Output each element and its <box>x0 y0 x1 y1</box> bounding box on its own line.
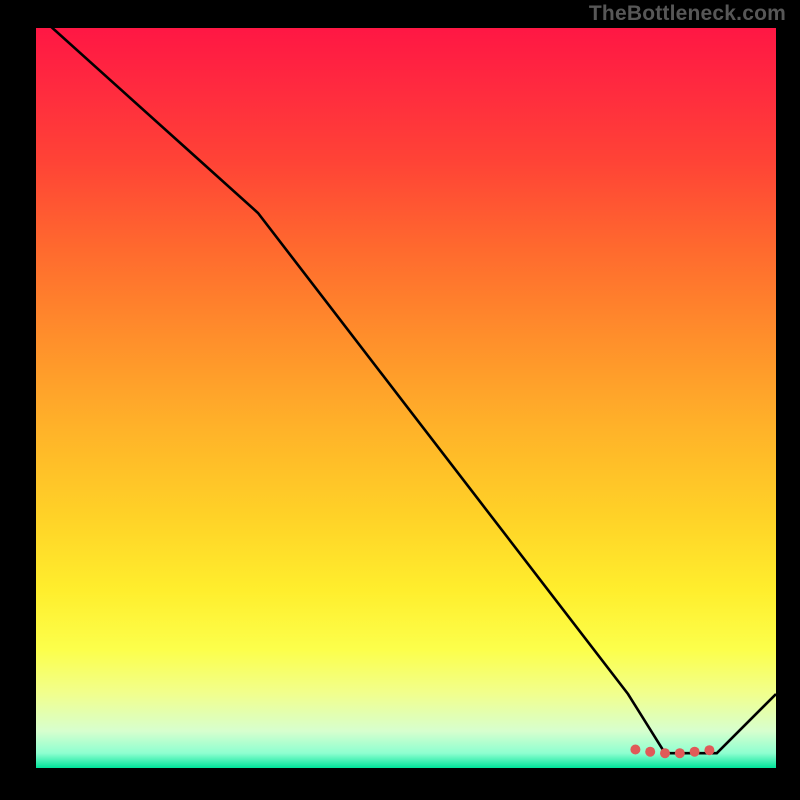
marker-dot <box>645 747 655 757</box>
marker-dot <box>660 748 670 758</box>
plot-area <box>36 28 776 768</box>
marker-dot <box>675 748 685 758</box>
chart-frame: TheBottleneck.com <box>0 0 800 800</box>
marker-dot <box>704 745 714 755</box>
watermark-text: TheBottleneck.com <box>589 2 786 26</box>
marker-dot <box>690 747 700 757</box>
marker-dot <box>630 745 640 755</box>
marker-cluster <box>36 28 776 768</box>
